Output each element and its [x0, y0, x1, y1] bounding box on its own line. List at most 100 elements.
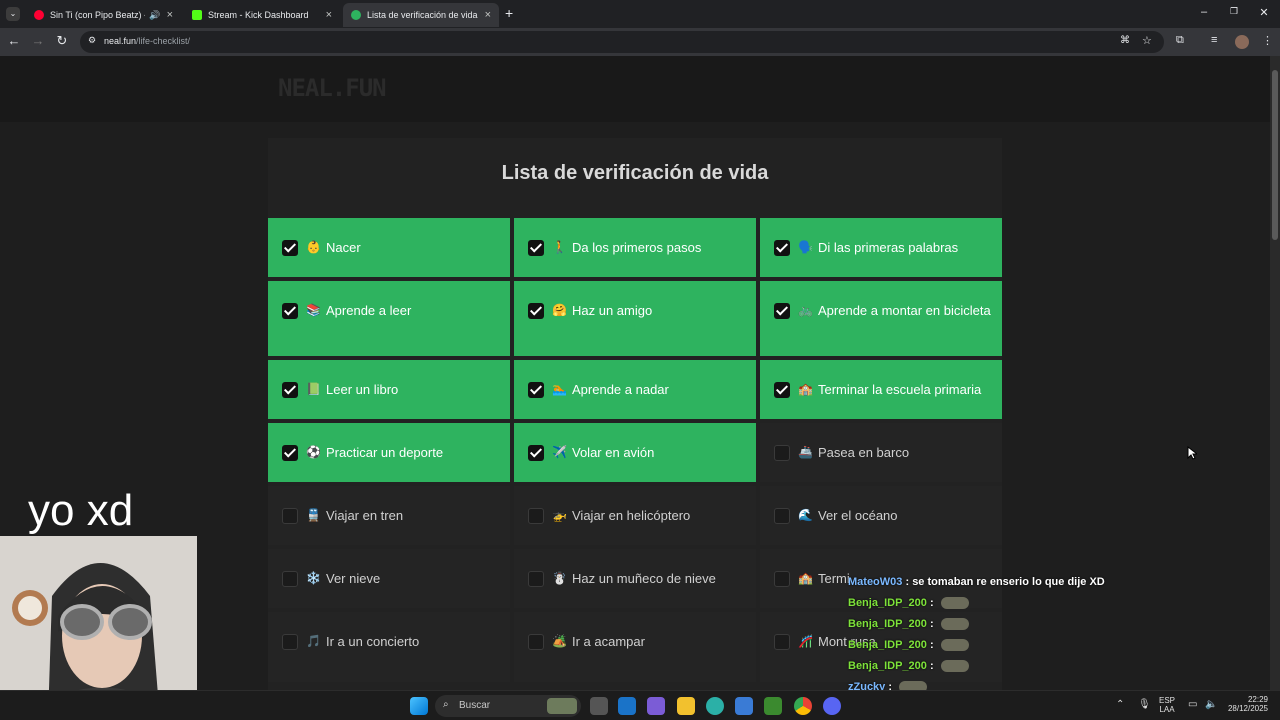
star-icon[interactable]: ☆ [1142, 34, 1152, 47]
speaker-icon[interactable]: 🔊 [149, 10, 160, 21]
network-icon[interactable]: ▭ [1188, 699, 1197, 710]
task-view-icon[interactable] [590, 697, 608, 715]
outlook-icon[interactable] [618, 697, 636, 715]
checkbox[interactable] [774, 239, 790, 256]
checkbox[interactable] [528, 634, 544, 650]
checklist-item[interactable]: ❄️ Ver nieve [268, 549, 510, 608]
checklist-item[interactable]: ⚽ Practicar un deporte [268, 423, 510, 482]
close-icon[interactable]: × [326, 9, 332, 21]
chat-text: se tomaban re enserio lo que dije XD [912, 576, 1105, 588]
checklist-item[interactable]: 🏕️ Ir a acampar [514, 612, 756, 682]
checkbox[interactable] [282, 444, 298, 461]
store-icon[interactable] [735, 697, 753, 715]
search-icon: ⌕ [443, 699, 449, 710]
checklist-item[interactable]: 🚆 Viajar en tren [268, 486, 510, 545]
chat-username: Benja_IDP_200 [848, 618, 927, 630]
checklist-item-label: Volar en avión [572, 444, 655, 460]
reload-icon[interactable]: ↻ [54, 33, 70, 49]
checklist-item[interactable]: 🚁 Viajar en helicóptero [514, 486, 756, 545]
forward-icon[interactable]: → [30, 33, 46, 49]
checkbox[interactable] [528, 507, 544, 524]
tab-youtube[interactable]: Sin Ti (con Pipo Beatz) - Yo 🔊 × [26, 3, 181, 27]
microphone-icon[interactable]: 🎙 [1138, 699, 1151, 710]
clock[interactable]: 22:29 28/12/2025 [1218, 695, 1268, 713]
checkbox[interactable] [528, 570, 544, 587]
checkbox[interactable] [774, 444, 790, 461]
taskbar-search[interactable]: ⌕ Buscar [435, 695, 581, 717]
minecraft-icon[interactable] [764, 697, 782, 715]
back-icon[interactable]: ← [6, 33, 22, 49]
teams-icon[interactable] [647, 697, 665, 715]
chevron-up-icon[interactable]: ⌃ [1116, 699, 1124, 710]
page-scrollbar[interactable] [1270, 56, 1280, 690]
file-explorer-icon[interactable] [677, 697, 695, 715]
checklist-item[interactable]: 🚢 Pasea en barco [760, 423, 1002, 482]
chat-message: MateoW03 : se tomaban re enserio lo que … [848, 572, 1105, 592]
checkbox[interactable] [774, 570, 790, 587]
close-icon[interactable]: × [485, 9, 491, 21]
checklist-item[interactable]: 🗣️ Di las primeras palabras [760, 218, 1002, 277]
checkbox[interactable] [774, 303, 790, 319]
checkbox[interactable] [528, 239, 544, 256]
scrollbar-thumb[interactable] [1272, 70, 1278, 240]
checkbox[interactable] [282, 239, 298, 256]
volume-icon[interactable]: 🔈 [1205, 699, 1217, 710]
checklist-item[interactable]: 🤗 Haz un amigo [514, 281, 756, 356]
checkbox[interactable] [282, 507, 298, 524]
checklist-item-label: Viajar en helicóptero [572, 507, 691, 523]
chat-message: Benja_IDP_200 : [848, 614, 969, 634]
close-icon[interactable]: × [167, 9, 173, 21]
chat-username: Benja_IDP_200 [848, 597, 927, 609]
tab-kick[interactable]: Stream - Kick Dashboard × [184, 3, 340, 27]
checklist-item[interactable]: 👶 Nacer [268, 218, 510, 277]
restore-button[interactable]: ❐ [1226, 6, 1242, 17]
checkbox[interactable] [528, 444, 544, 461]
site-logo[interactable]: NEAL.FUN [278, 74, 387, 102]
checklist-item-label: Aprende a montar en bicicleta [818, 303, 991, 318]
chat-username: MateoW03 [848, 576, 903, 588]
language-indicator[interactable]: ESP LAA [1156, 696, 1178, 714]
checklist-item[interactable]: 📗 Leer un libro [268, 360, 510, 419]
checkbox[interactable] [282, 303, 298, 319]
tab-search-button[interactable]: ⌄ [6, 7, 20, 21]
checkbox[interactable] [528, 303, 544, 319]
checklist-item[interactable]: ☃️ Haz un muñeco de nieve [514, 549, 756, 608]
chat-message: Benja_IDP_200 : [848, 593, 969, 613]
profile-avatar[interactable] [1235, 35, 1249, 49]
translate-icon[interactable]: ⌘ [1120, 35, 1130, 46]
discord-icon[interactable] [823, 697, 841, 715]
new-tab-button[interactable]: + [505, 5, 513, 21]
checkbox[interactable] [774, 507, 790, 524]
language-code: ESP [1158, 696, 1175, 705]
media-controls-icon[interactable]: ≡ [1211, 34, 1217, 46]
checkbox[interactable] [774, 381, 790, 398]
extensions-icon[interactable]: ⧉ [1176, 34, 1184, 47]
checkbox[interactable] [528, 381, 544, 398]
windows-start-icon[interactable] [410, 697, 428, 715]
close-window-button[interactable]: ✕ [1256, 6, 1272, 19]
keyboard-layout: LAA [1159, 705, 1175, 714]
windows-taskbar: ⌕ Buscar ⌃ 🎙 ESP LAA ▭ 🔈 22:29 28/12/202… [0, 690, 1280, 720]
chat-emote-icon [940, 639, 969, 651]
checklist-item[interactable]: 🎵 Ir a un concierto [268, 612, 510, 682]
checkbox[interactable] [282, 570, 298, 587]
checkmark-icon [351, 10, 361, 20]
checkbox[interactable] [282, 634, 298, 650]
site-info-icon[interactable]: ⚙ [88, 35, 96, 46]
checkbox[interactable] [774, 634, 790, 650]
clock-date: 28/12/2025 [1227, 704, 1268, 713]
checkbox[interactable] [282, 381, 298, 398]
checklist-item[interactable]: 📚 Aprende a leer [268, 281, 510, 356]
tab-life-checklist[interactable]: Lista de verificación de vida × [343, 3, 499, 27]
checklist-item[interactable]: 🏫 Terminar la escuela primaria [760, 360, 1002, 419]
checklist-item[interactable]: ✈️ Volar en avión [514, 423, 756, 482]
minimize-button[interactable]: – [1196, 6, 1212, 18]
address-bar[interactable]: ⚙ neal.fun/life-checklist/ ⌘ ☆ [80, 31, 1164, 53]
checklist-item[interactable]: 🚲 Aprende a montar en bicicleta [760, 281, 1002, 356]
checklist-item[interactable]: 🏊 Aprende a nadar [514, 360, 756, 419]
checklist-item[interactable]: 🚶 Da los primeros pasos [514, 218, 756, 277]
chrome-icon[interactable] [794, 697, 812, 715]
edge-icon[interactable] [706, 697, 724, 715]
menu-icon[interactable]: ⋮ [1262, 34, 1273, 47]
checklist-item[interactable]: 🌊 Ver el océano [760, 486, 1002, 545]
